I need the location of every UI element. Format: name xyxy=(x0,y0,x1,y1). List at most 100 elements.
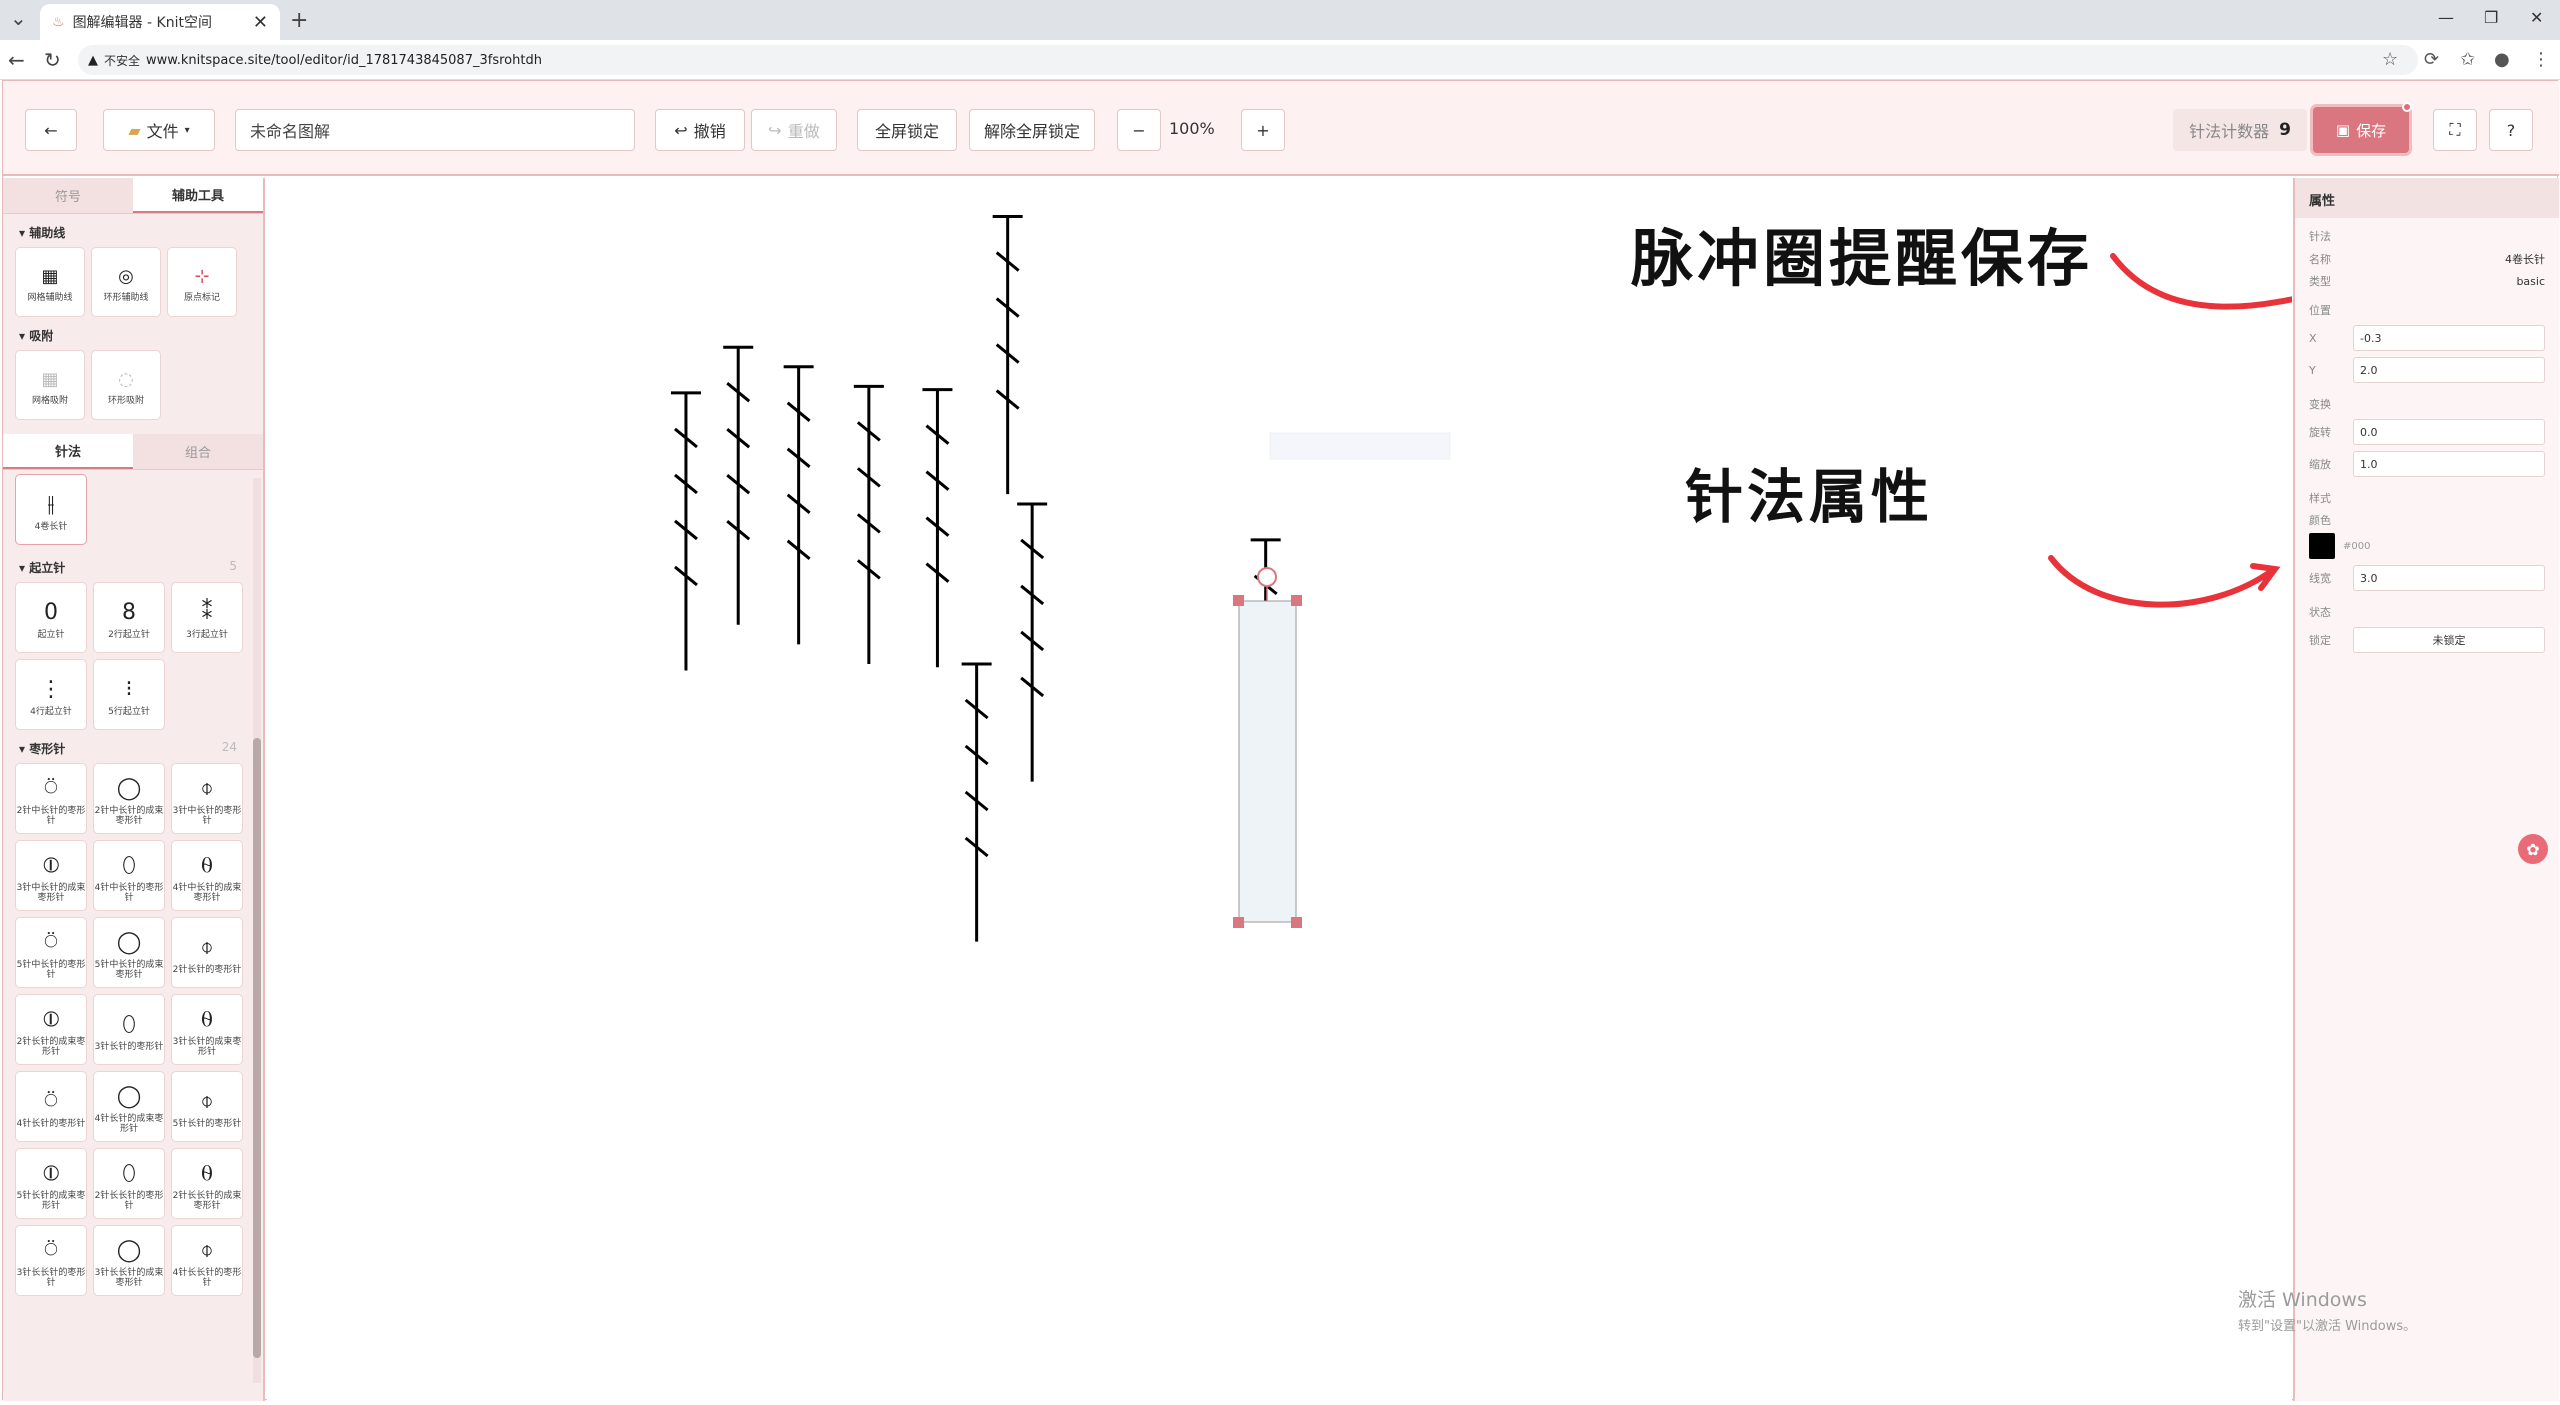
tab-symbols[interactable]: 符号 xyxy=(3,178,133,213)
profile-avatar-icon[interactable]: ● xyxy=(2494,49,2510,70)
resize-handle-bl[interactable] xyxy=(1233,917,1244,928)
tab-tools[interactable]: 辅助工具 xyxy=(133,178,263,213)
fullscreen-button[interactable]: ⛶ xyxy=(2433,109,2477,151)
stitch-item[interactable]: ⍥ 5针中长针的枣形针 xyxy=(15,917,87,988)
left-scrollbar-thumb[interactable] xyxy=(253,738,261,1358)
color-swatch[interactable] xyxy=(2309,533,2335,559)
browser-tab[interactable]: ♨ 图解编辑器 - Knit空间 ✕ xyxy=(40,4,280,40)
props-hint-arrow xyxy=(2048,555,2276,608)
new-tab-button[interactable]: + xyxy=(290,8,308,33)
stitch-item[interactable]: ⬯ 2针长长针的枣形针 xyxy=(93,1148,165,1219)
resize-handle-br[interactable] xyxy=(1291,917,1302,928)
props-hint-annotation: 针法属性 xyxy=(1685,463,1934,531)
back-icon[interactable]: ← xyxy=(8,48,25,72)
stitch-item[interactable]: ⁑ 3行起立针 xyxy=(171,582,243,653)
stitch-item[interactable]: ⌽ 4针长长针的枣形针 xyxy=(171,1225,243,1296)
assistant-float-icon[interactable]: ✿ xyxy=(2518,834,2548,864)
unlock-all-button[interactable]: 解除全屏锁定 xyxy=(969,109,1095,151)
stitch-item[interactable]: ⌽ 2针长针的枣形针 xyxy=(171,917,243,988)
scale-input[interactable]: 1.0 xyxy=(2353,451,2545,477)
stitch-item[interactable]: 8 2行起立针 xyxy=(93,582,165,653)
zoom-in-button[interactable]: + xyxy=(1241,109,1285,151)
bookmark-star-icon[interactable]: ☆ xyxy=(2382,49,2398,70)
selection-box[interactable] xyxy=(1238,600,1297,923)
resize-handle-tr[interactable] xyxy=(1291,595,1302,606)
lock-all-button[interactable]: 全屏锁定 xyxy=(857,109,957,151)
rotation-input[interactable]: 0.0 xyxy=(2353,419,2545,445)
stitch-item[interactable]: ⦶ 2针长针的成束枣形针 xyxy=(15,994,87,1065)
lock-toggle-button[interactable]: 未锁定 xyxy=(2353,627,2545,653)
stitch-item[interactable]: ⁝ 5行起立针 xyxy=(93,659,165,730)
diagram-title-input[interactable]: 未命名图解 xyxy=(235,109,635,151)
stitch-symbol-icon: ⬯ xyxy=(122,852,136,878)
save-button[interactable]: ▣ 保存 xyxy=(2313,107,2409,153)
watermark-line1: 激活 Windows xyxy=(2238,1289,2367,1311)
grid-guide-button[interactable]: ▦ 网格辅助线 xyxy=(15,247,85,317)
stitch-item[interactable]: ⦶ 3针中长针的成束枣形针 xyxy=(15,840,87,911)
stitch-item[interactable]: ⍥ 2针中长针的枣形针 xyxy=(15,763,87,834)
stitch-item[interactable]: ⦶ 5针长针的成束枣形针 xyxy=(15,1148,87,1219)
rotate-handle[interactable] xyxy=(1257,567,1277,587)
stitch-item[interactable]: ⌽ 3针中长针的枣形针 xyxy=(171,763,243,834)
tab-list-icon[interactable]: ⌄ xyxy=(10,6,27,30)
close-window-icon[interactable]: ✕ xyxy=(2530,8,2543,27)
stitch-item[interactable]: ⌽ 5针长针的枣形针 xyxy=(171,1071,243,1142)
stitch-item[interactable]: ⍬ 4针中长针的成束枣形针 xyxy=(171,840,243,911)
selected-stitch-item[interactable]: ⫲ 4卷长针 xyxy=(15,474,87,545)
reload-icon[interactable]: ↻ xyxy=(44,48,61,72)
redo-button[interactable]: ↪ 重做 xyxy=(751,109,837,151)
menu-icon[interactable]: ⋮ xyxy=(2532,49,2550,70)
origin-mark-button[interactable]: ⊹ 原点标记 xyxy=(167,247,237,317)
stitch-item[interactable]: ⍬ 2针长长针的成束枣形针 xyxy=(171,1148,243,1219)
stitch-item[interactable]: 0 起立针 xyxy=(15,582,87,653)
resize-handle-tl[interactable] xyxy=(1233,595,1244,606)
undo-button[interactable]: ↩ 撤销 xyxy=(655,109,745,151)
favorites-icon[interactable]: ✩ xyxy=(2460,49,2475,70)
stitch-item[interactable]: ⬯ 3针长针的枣形针 xyxy=(93,994,165,1065)
stitch-item[interactable]: ⬯ 4针中长针的枣形针 xyxy=(93,840,165,911)
stitch-item[interactable]: ◯ 4针长针的成束枣形针 xyxy=(93,1071,165,1142)
restore-icon[interactable]: ❐ xyxy=(2484,8,2498,27)
back-button[interactable]: ← xyxy=(25,109,77,151)
tab-close-icon[interactable]: ✕ xyxy=(253,12,268,33)
scale-label: 缩放 xyxy=(2309,458,2331,471)
stitch-item[interactable]: ⍥ 4针长针的枣形针 xyxy=(15,1071,87,1142)
x-input[interactable]: -0.3 xyxy=(2353,325,2545,351)
stitch-counter[interactable]: 针法计数器 9 xyxy=(2173,109,2307,151)
stitch-item[interactable]: ⍥ 3针长长针的枣形针 xyxy=(15,1225,87,1296)
cell-label: 网格辅助线 xyxy=(27,292,73,303)
stitch-label: 2针中长针的枣形针 xyxy=(16,805,86,826)
stitch-symbol-icon: ⁑ xyxy=(201,599,213,625)
ring-snap-button[interactable]: ◌ 环形吸附 xyxy=(91,350,161,420)
stitch-symbol-icon: ⌽ xyxy=(200,1088,214,1114)
file-menu-button[interactable]: ▰ 文件 ▾ xyxy=(103,109,215,151)
stitch-item[interactable]: ⋮ 4行起立针 xyxy=(15,659,87,730)
drawing-canvas[interactable]: 脉冲圈提醒保存 针法属性 xyxy=(267,178,2345,1401)
stitch-label: 2针长针的成束枣形针 xyxy=(16,1036,86,1057)
rotation-label: 旋转 xyxy=(2309,426,2331,439)
grid-snap-button[interactable]: ▦ 网格吸附 xyxy=(15,350,85,420)
name-value: 4卷长针 xyxy=(2505,253,2545,266)
extensions-icon[interactable]: ⟳ xyxy=(2424,49,2439,70)
tab-stitches[interactable]: 针法 xyxy=(3,434,133,469)
help-button[interactable]: ? xyxy=(2489,109,2533,151)
stitch-item[interactable]: ◯ 3针长长针的成束枣形针 xyxy=(93,1225,165,1296)
url-field[interactable]: ▲ 不安全 www.knitspace.site/tool/editor/id_… xyxy=(78,45,2418,75)
stitch-symbol-icon: ◯ xyxy=(116,775,142,801)
y-input[interactable]: 2.0 xyxy=(2353,357,2545,383)
ring-guide-button[interactable]: ◎ 环形辅助线 xyxy=(91,247,161,317)
color-value[interactable]: #000 xyxy=(2343,541,2370,552)
minimize-icon[interactable]: — xyxy=(2438,8,2454,27)
zoom-out-button[interactable]: − xyxy=(1117,109,1161,151)
origin-dot-icon: ⊹ xyxy=(194,266,210,287)
stitch-item[interactable]: ◯ 5针中长针的成束枣形针 xyxy=(93,917,165,988)
stroke-input[interactable]: 3.0 xyxy=(2353,565,2545,591)
guides-title: 辅助线 xyxy=(29,226,66,240)
turning-title: 起立针 xyxy=(29,561,66,575)
stitch-symbol-icon: 8 xyxy=(122,599,136,625)
stitch-label: 2针长长针的枣形针 xyxy=(94,1190,164,1211)
tab-combos[interactable]: 组合 xyxy=(133,434,263,469)
stitch-symbol-icon: ⬯ xyxy=(122,1011,136,1037)
stitch-item[interactable]: ⍬ 3针长针的成束枣形针 xyxy=(171,994,243,1065)
stitch-item[interactable]: ◯ 2针中长针的成束枣形针 xyxy=(93,763,165,834)
